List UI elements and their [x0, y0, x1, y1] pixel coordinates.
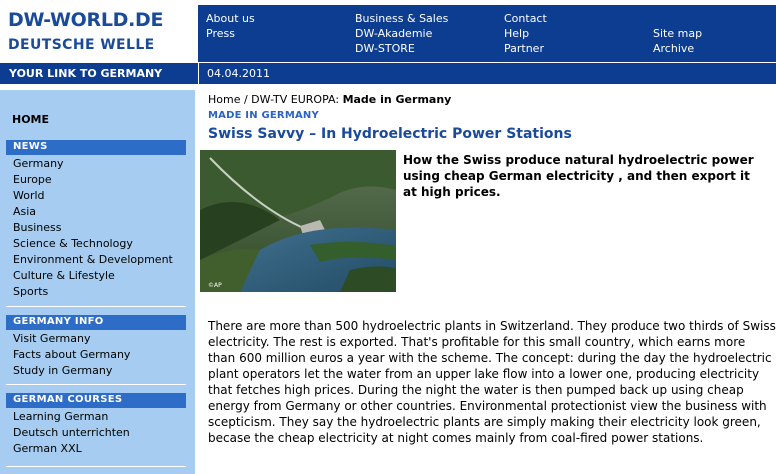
nav-link-contact[interactable]: Contact [504, 11, 547, 26]
sidebar-heading-germany-info[interactable]: GERMANY INFO [6, 315, 186, 330]
breadcrumb: Home / DW-TV EUROPA: Made in Germany [208, 93, 451, 106]
sidebar-item-german-xxl[interactable]: German XXL [13, 442, 82, 455]
date-bar: 04.04.2011 [199, 63, 776, 84]
sidebar-divider [6, 384, 186, 385]
sidebar-item-facts-about-germany[interactable]: Facts about Germany [13, 348, 130, 361]
sidebar-item-asia[interactable]: Asia [13, 205, 36, 218]
sidebar-item-business[interactable]: Business [13, 221, 62, 234]
sidebar: HOME NEWS Germany Europe World Asia Busi… [0, 90, 195, 474]
nav-column-3: Contact Help Partner [504, 11, 547, 56]
nav-link-partner[interactable]: Partner [504, 41, 547, 56]
sidebar-divider [6, 466, 186, 467]
nav-link-dw-store[interactable]: DW-STORE [355, 41, 448, 56]
sidebar-item-europe[interactable]: Europe [13, 173, 52, 186]
sidebar-item-culture-lifestyle[interactable]: Culture & Lifestyle [13, 269, 115, 282]
sidebar-item-deutsch-unterrichten[interactable]: Deutsch unterrichten [13, 426, 130, 439]
article-intro: How the Swiss produce natural hydroelect… [403, 153, 754, 199]
sidebar-item-visit-germany[interactable]: Visit Germany [13, 332, 91, 345]
nav-link-dw-akademie[interactable]: DW-Akademie [355, 26, 448, 41]
logo[interactable]: DW-WORLD.DE DEUTSCHE WELLE [0, 0, 198, 62]
photo-credit: ©AP [208, 282, 222, 289]
nav-link-business-sales[interactable]: Business & Sales [355, 11, 448, 26]
breadcrumb-home-link[interactable]: Home [208, 93, 240, 106]
nav-link-archive[interactable]: Archive [653, 41, 702, 56]
sidebar-heading-german-courses[interactable]: GERMAN COURSES [6, 393, 186, 408]
sidebar-item-environment-development[interactable]: Environment & Development [13, 253, 173, 266]
article-title: Swiss Savvy – In Hydroelectric Power Sta… [208, 126, 572, 142]
top-navigation: About us Press Business & Sales DW-Akade… [198, 5, 776, 62]
nav-link-site-map[interactable]: Site map [653, 26, 702, 41]
nav-column-2: Business & Sales DW-Akademie DW-STORE [355, 11, 448, 56]
nav-column-1: About us Press [206, 11, 255, 41]
article-body: There are more than 500 hydroelectric pl… [208, 319, 776, 445]
nav-link-press[interactable]: Press [206, 26, 255, 41]
nav-link-about-us[interactable]: About us [206, 11, 255, 26]
tagline: YOUR LINK TO GERMANY [0, 63, 198, 84]
nav-link-help[interactable]: Help [504, 26, 547, 41]
breadcrumb-section-link[interactable]: / DW-TV EUROPA: [240, 93, 342, 106]
breadcrumb-current: Made in Germany [342, 93, 452, 106]
sidebar-item-world[interactable]: World [13, 189, 45, 202]
section-label: MADE IN GERMANY [208, 110, 319, 121]
current-date: 04.04.2011 [207, 67, 270, 80]
sidebar-item-study-in-germany[interactable]: Study in Germany [13, 364, 112, 377]
nav-column-4: Site map Archive [653, 26, 702, 56]
logo-text-dw-world: DW-WORLD.DE [8, 9, 164, 31]
article-photo-dam-lake: ©AP [200, 150, 396, 292]
sidebar-heading-news[interactable]: NEWS [6, 140, 186, 155]
sidebar-item-sports[interactable]: Sports [13, 285, 48, 298]
sidebar-item-learning-german[interactable]: Learning German [13, 410, 108, 423]
sidebar-item-germany[interactable]: Germany [13, 157, 64, 170]
sidebar-item-science-technology[interactable]: Science & Technology [13, 237, 133, 250]
logo-text-deutsche-welle: DEUTSCHE WELLE [8, 37, 155, 53]
sidebar-item-home[interactable]: HOME [12, 113, 49, 126]
sidebar-divider [6, 306, 186, 307]
